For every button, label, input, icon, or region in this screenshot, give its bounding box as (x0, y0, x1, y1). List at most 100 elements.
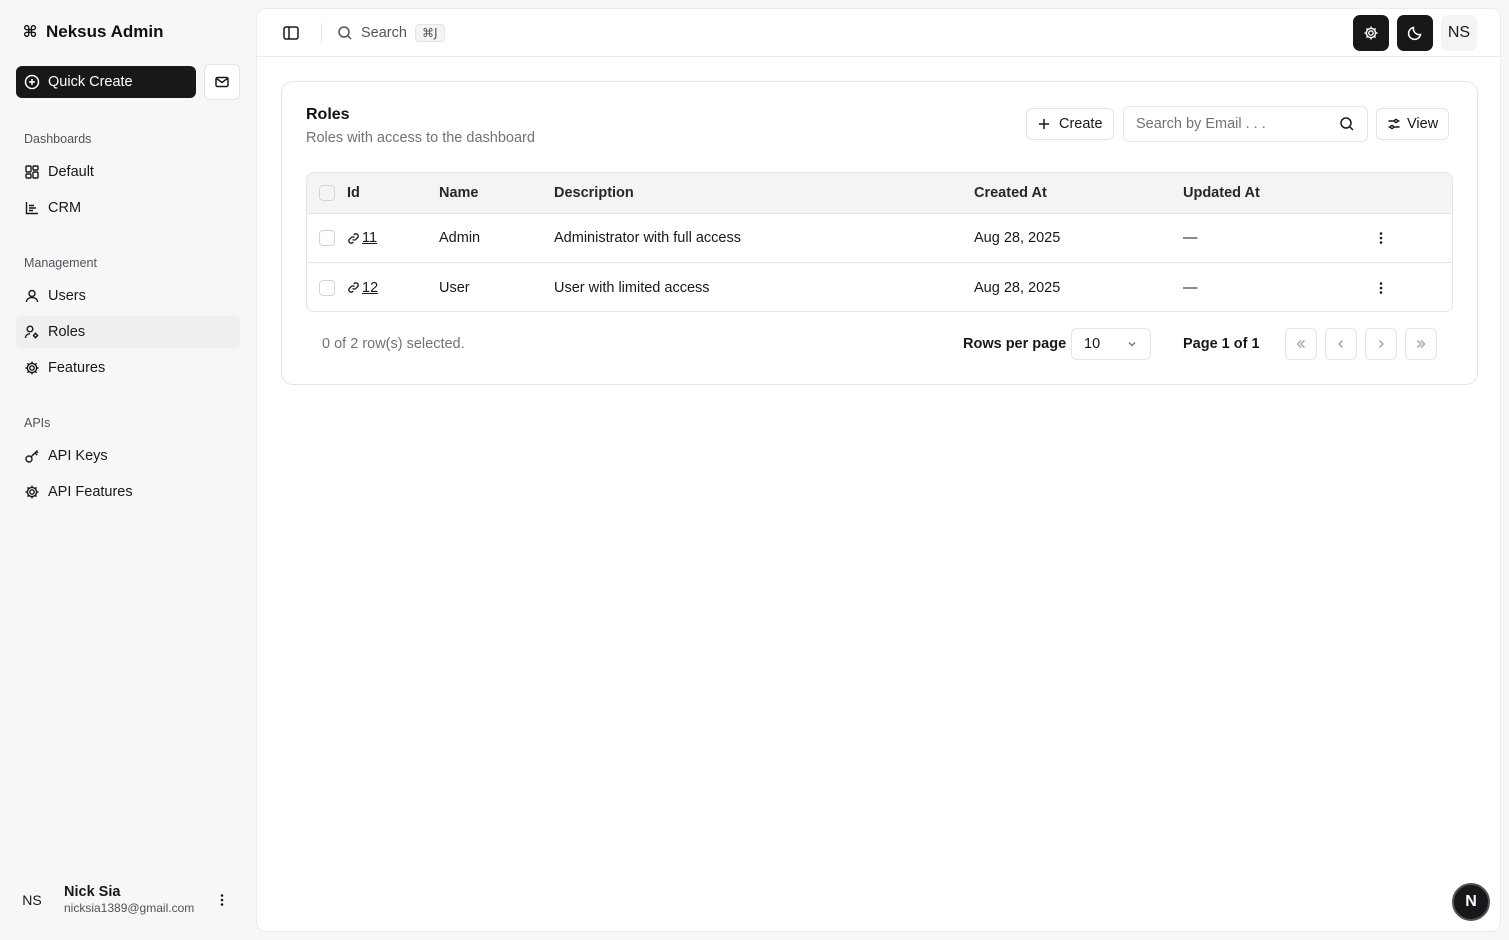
email-search-input[interactable] (1136, 107, 1332, 141)
quick-create-label: Quick Create (48, 74, 133, 90)
sidebar-item-label: Users (48, 288, 86, 304)
name-cell: User (439, 279, 470, 296)
first-page-button[interactable] (1285, 328, 1317, 360)
row-checkbox[interactable] (319, 230, 335, 246)
column-header-id[interactable]: Id (347, 173, 360, 213)
global-search-button[interactable]: Search ⌘J (337, 21, 445, 45)
search-icon[interactable] (1339, 116, 1355, 132)
sidebar-item-default[interactable]: Default (16, 156, 240, 188)
updated-at-cell: — (1183, 279, 1198, 296)
sidebar-item-label: API Keys (48, 448, 108, 464)
created-at-cell: Aug 28, 2025 (974, 279, 1061, 296)
role-id: 12 (362, 279, 379, 296)
row-checkbox[interactable] (319, 279, 335, 296)
chevrons-left-icon (1296, 340, 1305, 348)
row-select-cell (319, 263, 335, 311)
gear-icon (25, 361, 39, 375)
sidebar-item-roles[interactable]: Roles (16, 316, 240, 348)
sidebar-toggle-icon[interactable] (281, 23, 301, 43)
account-avatar-button[interactable]: NS (1441, 15, 1477, 51)
sidebar-item-api-keys[interactable]: API Keys (16, 440, 240, 472)
search-icon (338, 26, 352, 40)
app-brand[interactable]: ⌘ Neksus Admin (22, 20, 164, 44)
search-shortcut: ⌘J (414, 24, 445, 42)
last-page-button[interactable] (1405, 328, 1437, 360)
link-icon (348, 232, 359, 244)
avatar: NS (22, 892, 42, 908)
role-id-link[interactable]: 11 (347, 230, 377, 246)
gear-icon (1364, 26, 1378, 40)
chevron-left-icon (1338, 340, 1343, 348)
column-header-name[interactable]: Name (439, 173, 479, 213)
column-header-description[interactable]: Description (554, 173, 634, 213)
quick-create-button[interactable]: Quick Create (16, 66, 196, 98)
email-search-field[interactable] (1123, 106, 1368, 142)
created-at-cell: Aug 28, 2025 (974, 230, 1061, 246)
sidebar-item-label: Roles (48, 324, 86, 340)
select-all-cell (319, 173, 335, 213)
sidebar-item-crm[interactable]: CRM (16, 192, 240, 224)
next-page-button[interactable] (1365, 328, 1397, 360)
select-all-checkbox[interactable] (319, 185, 335, 201)
app-title: Neksus Admin (46, 22, 164, 41)
inbox-button[interactable] (204, 64, 240, 100)
roles-card: Roles Roles with access to the dashboard… (281, 81, 1478, 385)
user-email: nicksia1389@gmail.com (64, 901, 195, 915)
nav-group-dashboards: Dashboards (24, 132, 92, 146)
create-label: Create (1059, 116, 1103, 132)
description-cell: Administrator with full access (554, 230, 741, 246)
nextjs-dev-indicator-button[interactable]: N (1452, 883, 1490, 921)
more-vertical-icon[interactable] (1373, 280, 1389, 296)
sidebar-item-label: API Features (48, 484, 133, 500)
page-title: Roles (306, 106, 350, 123)
sidebar-item-api-features[interactable]: API Features (16, 476, 240, 508)
create-button[interactable]: Create (1026, 108, 1114, 140)
id-cell: 11 (347, 214, 377, 262)
sidebar-item-features[interactable]: Features (16, 352, 240, 384)
main-panel: Search ⌘J NS Roles Roles with access to … (256, 8, 1501, 932)
sliders-icon (1388, 118, 1400, 130)
nav-group-apis: APIs (24, 416, 51, 430)
gear-icon (25, 485, 39, 499)
table-header: Id Name Description Created At Updated A… (307, 173, 1452, 214)
divider (321, 23, 322, 43)
nav-group-management: Management (24, 256, 97, 270)
previous-page-button[interactable] (1325, 328, 1357, 360)
chevron-down-icon (1128, 342, 1136, 347)
command-icon: ⌘ (22, 24, 38, 41)
view-options-button[interactable]: View (1376, 108, 1450, 140)
description-cell: User with limited access (554, 279, 710, 296)
rows-per-page-value: 10 (1084, 336, 1101, 352)
sidebar: ⌘ Neksus Admin Quick Create Dashboards D… (0, 0, 256, 940)
top-bar: Search ⌘J NS (257, 9, 1500, 57)
theme-toggle-button[interactable] (1397, 15, 1433, 51)
page-description: Roles with access to the dashboard (306, 130, 535, 146)
user-icon (25, 289, 39, 303)
moon-icon (1407, 26, 1422, 41)
rows-per-page-label: Rows per page (963, 336, 1067, 352)
selection-status: 0 of 2 row(s) selected. (322, 336, 465, 352)
updated-at-cell: — (1183, 230, 1198, 246)
more-vertical-icon[interactable] (1373, 230, 1389, 246)
chevrons-right-icon (1417, 340, 1426, 348)
id-cell: 12 (347, 263, 378, 311)
row-actions-cell (1373, 214, 1389, 262)
sidebar-item-label: Default (48, 164, 94, 180)
user-name: Nick Sia (64, 884, 121, 900)
plus-circle-icon (24, 74, 40, 90)
user-menu[interactable]: NS Nick Sia nicksia1389@gmail.com (16, 876, 240, 924)
view-label: View (1407, 116, 1439, 132)
table-row: 12 User User with limited access Aug 28,… (307, 263, 1452, 311)
role-id: 11 (362, 230, 378, 246)
more-vertical-icon[interactable] (214, 892, 230, 908)
name-cell: Admin (439, 230, 481, 246)
settings-button[interactable] (1353, 15, 1389, 51)
role-id-link[interactable]: 12 (347, 280, 378, 296)
plus-icon (1039, 119, 1049, 129)
rows-per-page-select[interactable]: 10 (1071, 328, 1151, 360)
column-header-created-at[interactable]: Created At (974, 173, 1047, 213)
sidebar-item-users[interactable]: Users (16, 280, 240, 312)
search-label: Search (361, 25, 407, 41)
row-select-cell (319, 214, 335, 262)
column-header-updated-at[interactable]: Updated At (1183, 173, 1260, 213)
